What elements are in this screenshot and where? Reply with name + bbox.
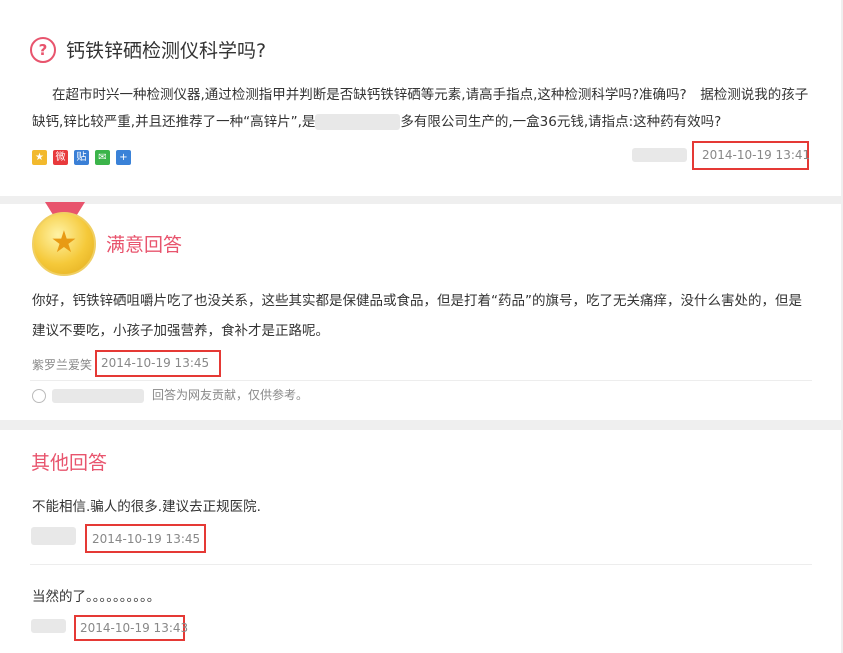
wechat-icon[interactable]: ✉ xyxy=(95,150,110,165)
answerer-name-blurred xyxy=(31,527,76,545)
best-answer-author[interactable]: 紫罗兰爱笑 xyxy=(32,356,92,373)
other-answer-text: 不能相信.骗人的很多.建议去正规医院. xyxy=(32,499,261,515)
question-title: 钙铁锌硒检测仪科学吗? xyxy=(66,40,267,62)
answer-note-text: 回答为网友贡献，仅供参考。 xyxy=(152,388,309,402)
blurred-text xyxy=(315,114,401,130)
share-bar: ★ 微 贴 ✉ + xyxy=(32,150,131,165)
answer-note: 回答为网友贡献，仅供参考。 xyxy=(32,386,308,403)
blurred-text xyxy=(52,388,144,403)
other-answers-title: 其他回答 xyxy=(31,452,108,474)
other-answer-text: 当然的了。。。。。。。。。。 xyxy=(32,589,161,605)
question-body-part2: 多有限公司生产的,一盒36元钱,请指点:这种药有效吗? xyxy=(400,114,722,130)
divider xyxy=(30,380,812,381)
answerer-name-blurred xyxy=(31,619,66,633)
weibo-icon[interactable]: 微 xyxy=(53,150,68,165)
asker-name-blurred xyxy=(632,148,687,162)
other-answer-time: 2014-10-19 13:43 xyxy=(80,621,189,635)
question-icon: ? xyxy=(30,37,56,63)
star-icon: ★ xyxy=(50,225,78,260)
best-answer-body: 你好，钙铁锌硒咀嚼片吃了也没关系，这些其实都是保健品或食品，但是打着“药品”的旗… xyxy=(32,293,802,339)
info-icon xyxy=(32,388,46,403)
other-answer-time: 2014-10-19 13:45 xyxy=(92,532,201,546)
tieba-icon[interactable]: 贴 xyxy=(74,150,89,165)
divider xyxy=(30,564,812,565)
medal-icon: ★ xyxy=(32,212,96,276)
question-body: 在超市时兴一种检测仪器,通过检测指甲并判断是否缺钙铁锌硒等元素,请高手指点,这种… xyxy=(32,82,812,136)
best-answer-title: 满意回答 xyxy=(106,234,183,256)
more-share-icon[interactable]: + xyxy=(116,150,131,165)
question-card: ? 钙铁锌硒检测仪科学吗? 在超市时兴一种检测仪器,通过检测指甲并判断是否缺钙铁… xyxy=(0,0,841,196)
best-answer-time: 2014-10-19 13:45 xyxy=(101,356,210,370)
qzone-icon[interactable]: ★ xyxy=(32,150,47,165)
question-time: 2014-10-19 13:41 xyxy=(702,148,811,162)
